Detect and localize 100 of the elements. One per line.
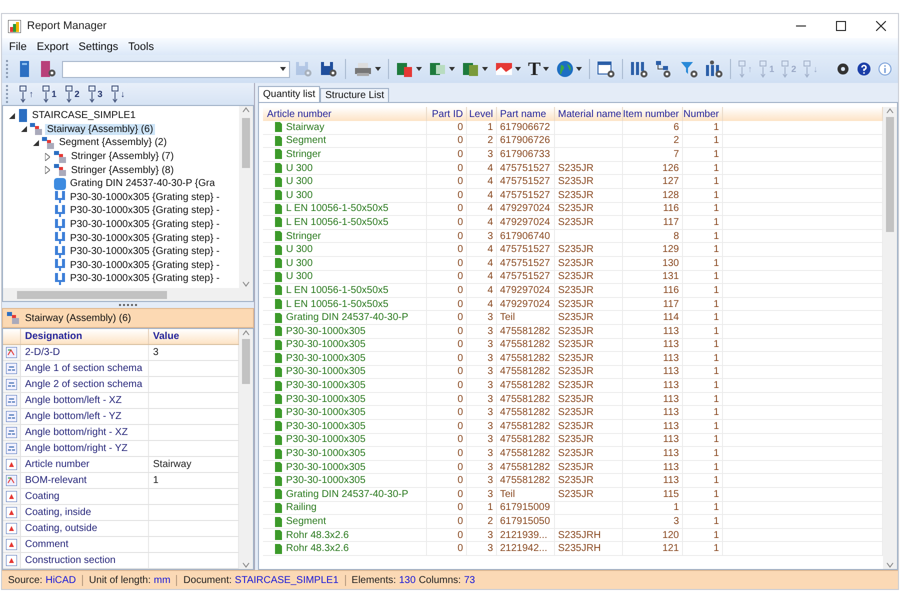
tree-item[interactable]: P30-30-1000x305 {Grating step} - xyxy=(68,273,222,284)
scrollbar-thumb[interactable] xyxy=(17,290,167,298)
scrollbar-thumb[interactable] xyxy=(242,339,250,384)
table-cell: P30-30-1000x305 xyxy=(286,462,366,473)
status-label: Source: xyxy=(8,574,42,586)
sort-button[interactable]: 3 xyxy=(86,83,105,105)
attribute-icon xyxy=(6,554,17,566)
tree-item[interactable]: Stairway {Assembly} (6) xyxy=(45,124,156,135)
tab[interactable]: Structure List xyxy=(320,88,390,102)
table-cell: 1 xyxy=(683,202,723,216)
tree-item[interactable]: Segment {Assembly} (2) xyxy=(57,137,169,148)
step-icon xyxy=(54,204,66,217)
part-icon xyxy=(275,502,282,513)
tree-item[interactable]: Stringer {Assembly} (8) xyxy=(69,164,176,176)
step-icon xyxy=(54,259,66,272)
scrollbar[interactable] xyxy=(883,107,897,569)
attribute-icon xyxy=(6,538,17,550)
property-name: Coating, outside xyxy=(21,520,149,536)
table-cell: S235JR xyxy=(555,202,623,216)
menu-item[interactable]: Settings xyxy=(74,40,124,52)
tree-gear-icon xyxy=(654,60,673,78)
sort-button[interactable]: 2 xyxy=(62,83,82,105)
tree-item[interactable]: STAIRCASE_SIMPLE1 xyxy=(30,110,138,122)
table-cell: 1 xyxy=(683,379,723,392)
table-cell: P30-30-1000x305 xyxy=(286,326,366,337)
table-cell: 113 xyxy=(623,379,683,392)
table-cell: 0 xyxy=(427,366,467,378)
column-header[interactable]: Material name xyxy=(555,107,623,121)
scrollbar-thumb[interactable] xyxy=(242,118,250,168)
table-cell: 475581282 xyxy=(497,460,555,474)
table-cell: 0 xyxy=(427,352,467,365)
scrollbar[interactable] xyxy=(239,106,253,288)
table-cell: Segment xyxy=(286,516,326,528)
tree-item[interactable]: Stringer {Assembly} (7) xyxy=(69,151,176,162)
tree-item[interactable]: Grating DIN 24537-40-30-P {Gra xyxy=(68,178,217,190)
property-name: Angle 2 of section schema xyxy=(21,376,149,392)
scrollbar-thumb[interactable] xyxy=(886,117,894,232)
column-header[interactable]: Part name xyxy=(497,107,555,121)
tab[interactable]: Quantity list xyxy=(258,86,320,102)
table-cell: 4 xyxy=(467,202,497,216)
sort-button[interactable]: ↑ xyxy=(17,83,36,105)
tree-item[interactable]: P30-30-1000x305 {Grating step} - xyxy=(68,219,222,230)
table-cell: 0 xyxy=(427,175,467,188)
tree-item[interactable]: P30-30-1000x305 {Grating step} - xyxy=(68,205,222,216)
status-value: 130 xyxy=(399,574,416,586)
menu-item[interactable]: Export xyxy=(32,40,74,52)
table-cell: S235JR xyxy=(555,175,623,188)
attribute-icon xyxy=(6,522,17,534)
table-cell: 0 xyxy=(427,488,467,501)
expanded-icon xyxy=(8,112,14,119)
part-icon xyxy=(275,285,282,296)
sort-icon xyxy=(64,85,73,103)
column-header[interactable]: Part ID xyxy=(427,107,467,121)
status-label: Document: xyxy=(183,574,232,586)
table-cell: 4 xyxy=(467,298,497,310)
sort-icon xyxy=(803,60,812,78)
tree-item[interactable]: P30-30-1000x305 {Grating step} - xyxy=(68,232,222,244)
table-cell: 1 xyxy=(683,162,723,174)
table-cell: Grating DIN 24537-40-30-P xyxy=(286,488,408,500)
tree-item[interactable]: P30-30-1000x305 {Grating step} - xyxy=(68,260,222,271)
scrollbar[interactable] xyxy=(239,329,253,569)
table-cell: Railing xyxy=(286,502,317,514)
column-header[interactable]: Number xyxy=(683,107,723,121)
step-icon xyxy=(54,232,66,244)
menu-item[interactable]: File xyxy=(4,40,32,52)
menu-item[interactable]: Tools xyxy=(123,40,159,52)
table-cell: 1 xyxy=(683,460,723,474)
table-cell: U 300 xyxy=(286,244,313,256)
printer-icon xyxy=(353,61,373,77)
person-columns-icon xyxy=(704,60,723,78)
part-icon xyxy=(275,366,282,377)
table-cell: 3 xyxy=(467,474,497,488)
property-name: Article number xyxy=(21,456,149,472)
table-cell: 2121939... xyxy=(497,528,555,542)
column-header[interactable]: Item number xyxy=(623,107,683,121)
attribute-icon xyxy=(6,474,17,486)
table-cell: 0 xyxy=(427,392,467,406)
table-cell: 617906672 xyxy=(497,121,555,134)
column-header[interactable]: Designation xyxy=(21,329,149,344)
table-cell: 1 xyxy=(683,366,723,378)
attribute-icon xyxy=(6,378,17,390)
sort-button[interactable]: 1 xyxy=(40,83,59,105)
table-cell: 4 xyxy=(467,175,497,188)
table-cell: 1 xyxy=(683,256,723,270)
attribute-icon xyxy=(6,410,17,422)
assembly-icon xyxy=(42,136,55,149)
table-cell: 0 xyxy=(427,134,467,148)
column-header[interactable]: Article number xyxy=(263,107,427,121)
sort-button[interactable]: ↓ xyxy=(108,83,128,105)
column-header[interactable]: Level xyxy=(467,107,497,121)
tree-item[interactable]: P30-30-1000x305 {Grating step} - xyxy=(68,192,222,203)
table-cell: 113 xyxy=(623,447,683,460)
table-cell: 1 xyxy=(683,148,723,161)
table-cell: 0 xyxy=(427,528,467,542)
tree-item[interactable]: P30-30-1000x305 {Grating step} - xyxy=(68,246,222,258)
maximize-icon xyxy=(836,21,846,31)
text-style-button[interactable]: T xyxy=(526,58,551,80)
horizontal-scrollbar[interactable] xyxy=(3,288,253,301)
table-cell: 1 xyxy=(683,188,723,202)
table-cell: Stringer xyxy=(286,230,322,242)
